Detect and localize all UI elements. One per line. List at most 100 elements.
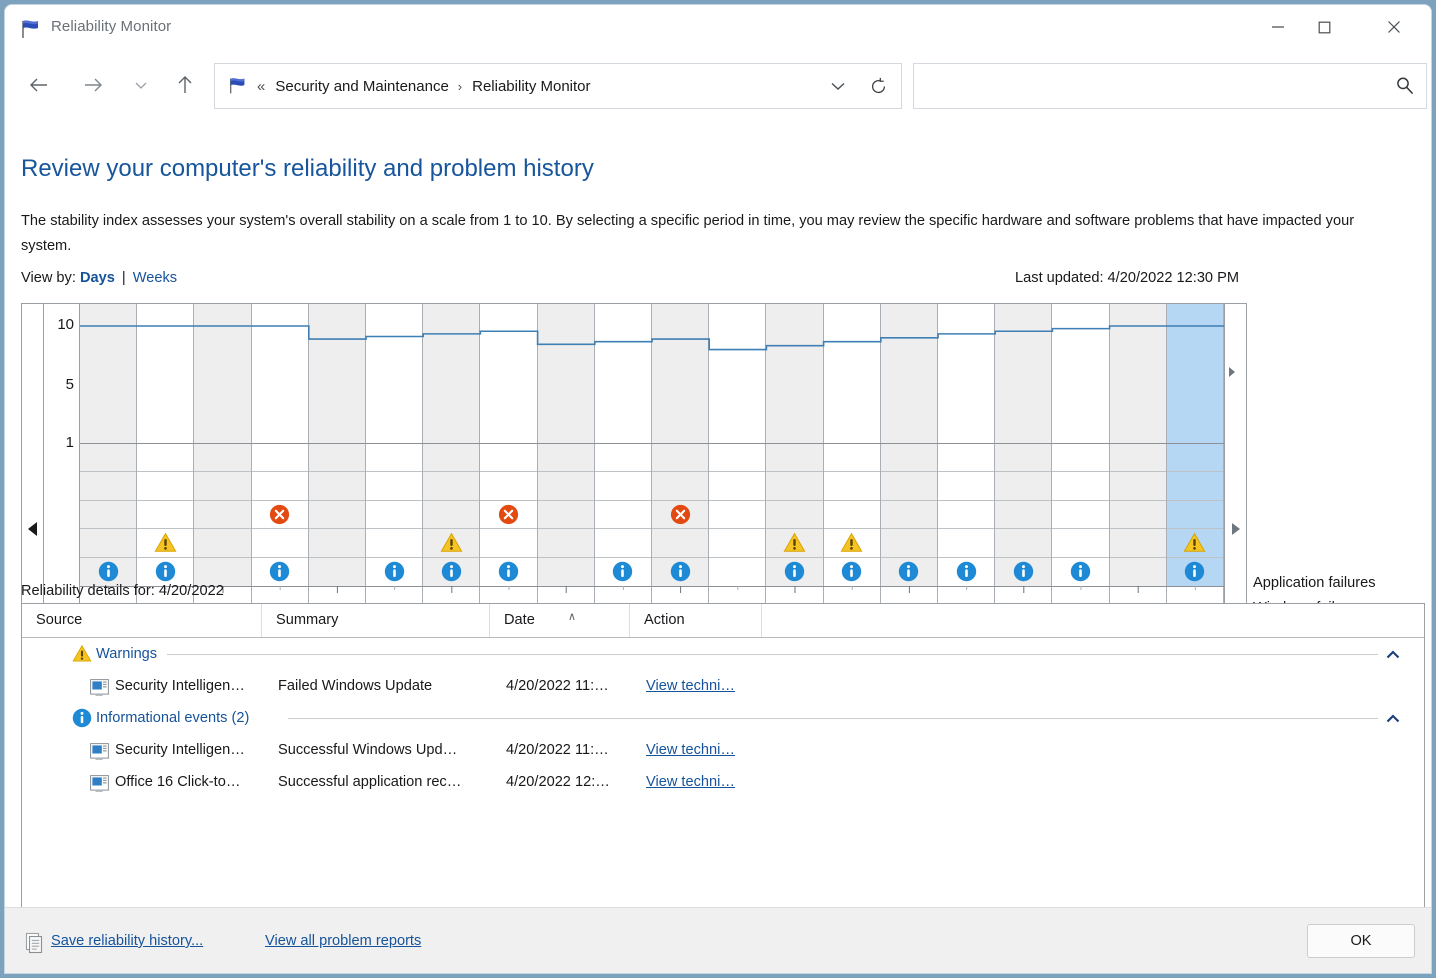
chart-index-cell [766,304,823,443]
chart-event-rows [137,444,194,586]
chart-event-cell-information [766,557,823,586]
chart-event-rows [709,444,766,586]
event-log-icon [90,773,109,792]
legend-expand-icon[interactable] [1227,365,1237,383]
search-box[interactable] [913,63,1427,109]
chart-event-cell-warnings [308,529,366,558]
chart-event-cell-miscellaneous-failures [880,500,938,530]
collapse-group-icon[interactable] [1386,711,1400,726]
chart-event-cell-miscellaneous-failures [423,500,480,530]
chart-event-cell-windows-failures [1052,472,1109,501]
column-header-summary[interactable]: Summary [262,604,490,637]
chart-event-cell-windows-failures [366,472,423,501]
chart-event-cell-miscellaneous-failures [480,501,537,530]
address-bar[interactable]: « Security and Maintenance › Reliability… [214,63,902,109]
page-intro: The stability index assesses your system… [21,213,1355,254]
view-by-weeks-link[interactable]: Weeks [133,270,177,286]
breadcrumb-separator: › [457,78,463,94]
search-icon[interactable] [1394,75,1416,97]
table-row[interactable]: Security Intelligen… Successful Windows U… [22,734,1424,766]
minimize-button[interactable] [1255,5,1301,49]
ok-button[interactable]: OK [1307,924,1415,958]
chart-event-cell-windows-failures [938,472,995,501]
chart-index-cell [366,304,422,443]
chart-event-cell-windows-failures [423,472,480,501]
chart-event-rows [194,444,251,586]
column-header-action[interactable]: Action [630,604,762,637]
warning-triangle-icon [154,532,177,553]
chart-event-cell-warnings [423,529,480,558]
view-by-days-link[interactable]: Days [80,270,115,286]
chart-event-cell-warnings [823,529,880,558]
chart-event-cell-application-failures [251,444,308,473]
search-input[interactable] [924,64,1374,108]
chart-index-cell [80,304,137,443]
info-circle-icon [1185,562,1205,582]
chart-event-cell-warnings [766,529,823,558]
info-circle-icon [613,562,633,582]
info-circle-icon [498,562,519,582]
refresh-icon[interactable] [859,64,897,108]
chart-event-rows [938,444,995,586]
table-group-header[interactable]: Informational events (2) [22,702,1424,734]
arrow-right-icon[interactable] [75,67,111,103]
page-content: Review your computer's reliability and p… [5,121,1431,973]
chart-event-cell-windows-failures [1109,472,1166,501]
breadcrumb-overflow[interactable]: « [257,78,265,95]
chart-event-cell-warnings [537,529,594,558]
column-header-source[interactable]: Source [22,604,262,637]
breadcrumb-item-security-and-maintenance[interactable]: Security and Maintenance [275,78,448,95]
footer-bar: Save reliability history... View all pro… [5,907,1431,973]
group-divider [288,718,1378,719]
collapse-group-icon[interactable] [1386,647,1400,662]
chart-event-rows [652,444,709,586]
view-technical-details-link[interactable]: View techni… [646,734,735,766]
table-row[interactable]: Office 16 Click-to… Successful applicatio… [22,766,1424,798]
chart-index-cell [252,304,308,443]
chart-event-cell-miscellaneous-failures [1052,501,1109,530]
table-group-header[interactable]: Warnings [22,638,1424,670]
chart-event-cell-application-failures [308,444,366,473]
chart-event-cell-windows-failures [995,472,1052,501]
chart-event-cell-miscellaneous-failures [594,501,652,530]
table-row[interactable]: Security Intelligen… Failed Windows Updat… [22,670,1424,702]
chart-event-cell-application-failures [995,444,1052,473]
cell-date: 4/20/2022 11:… [506,742,609,758]
breadcrumb-item-reliability-monitor[interactable]: Reliability Monitor [472,78,590,95]
info-circle-icon [441,562,462,582]
arrow-left-icon[interactable] [21,67,57,103]
chart-event-cell-windows-failures [480,472,537,501]
table-header-row: Source Summary Date ∧ Action [22,604,1424,638]
save-reliability-history-link[interactable]: Save reliability history... [51,933,203,949]
chart-index-cell [880,304,938,443]
chart-event-cell-information [938,558,994,586]
chart-event-cell-application-failures [766,444,823,473]
chart-event-cell-miscellaneous-failures [308,500,366,530]
chart-event-cell-information [423,557,480,586]
chart-event-cell-miscellaneous-failures [251,501,308,530]
column-header-date[interactable]: Date ∧ [490,604,630,637]
view-technical-details-link[interactable]: View techni… [646,670,735,702]
view-technical-details-link[interactable]: View techni… [646,766,735,798]
table-group-label: Informational events (2) [96,710,250,726]
chart-event-cell-information [1166,557,1224,586]
maximize-button[interactable] [1301,5,1347,49]
view-all-problem-reports-link[interactable]: View all problem reports [265,933,421,949]
chart-event-cell-application-failures [194,444,251,473]
arrow-up-icon[interactable] [167,67,203,103]
chart-event-cell-information [194,557,251,586]
flag-icon [19,17,43,41]
chart-event-rows [1052,444,1109,586]
chevron-down-icon[interactable] [123,67,159,103]
chart-event-cell-windows-failures [137,472,194,501]
chart-event-cell-application-failures [709,444,766,473]
chart-event-cell-information [366,558,422,586]
window-title: Reliability Monitor [51,18,172,35]
chart-event-cell-warnings [1166,529,1224,558]
close-button[interactable] [1371,5,1417,49]
chart-event-cell-application-failures [1166,444,1224,473]
triangle-left-icon [28,522,37,536]
chart-event-cell-windows-failures [709,472,766,501]
chart-event-cell-windows-failures [194,472,251,501]
address-dropdown-button[interactable] [821,64,855,108]
